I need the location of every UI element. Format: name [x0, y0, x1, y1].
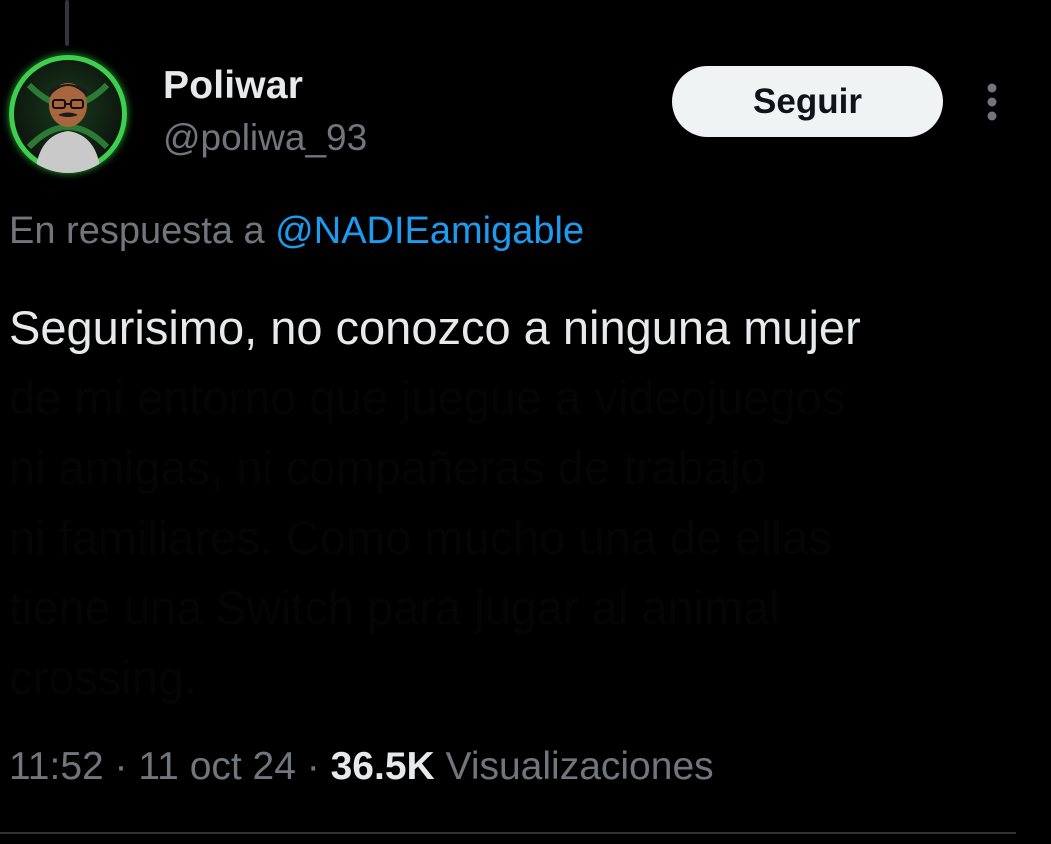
more-options-button[interactable]: [972, 80, 1012, 124]
meta-separator: ·: [103, 745, 139, 788]
tweet-date[interactable]: 11 oct 24: [138, 745, 296, 788]
tweet-text: Segurisimo, no conozco a ninguna mujer d…: [9, 293, 1019, 713]
tweet-text-line: de mi entorno que juegue a videojuegos: [9, 371, 846, 424]
avatar[interactable]: [9, 55, 127, 173]
views-label: Visualizaciones: [434, 745, 714, 788]
reply-mention-link[interactable]: @NADIEamigable: [275, 210, 584, 252]
views-count: 36.5K: [330, 745, 435, 788]
thread-connector-line: [65, 0, 69, 46]
author-display-name[interactable]: Poliwar: [163, 64, 303, 108]
author-handle[interactable]: @poliwa_93: [163, 117, 367, 159]
reply-prefix: En respuesta a: [9, 210, 276, 252]
more-vertical-icon: [987, 83, 997, 121]
tweet-text-line: crossing.: [9, 651, 198, 704]
tweet-text-line: ni amigas, ni compañeras de trabajo: [9, 441, 767, 494]
tweet-meta: 11:52 · 11 oct 24 · 36.5K Visualizacione…: [9, 745, 714, 789]
tweet-text-line: Segurisimo, no conozco a ninguna mujer: [9, 301, 861, 354]
meta-separator: ·: [295, 745, 331, 788]
reply-context: En respuesta a @NADIEamigable: [9, 210, 584, 253]
tweet-text-line: ni familiares. Como mucho una de ellas: [9, 511, 832, 564]
follow-button[interactable]: Seguir: [672, 66, 943, 137]
avatar-image: [26, 82, 110, 173]
tweet-text-line: tiene una Switch para jugar al animal: [9, 581, 780, 634]
divider: [0, 832, 1016, 834]
tweet-time[interactable]: 11:52: [9, 745, 104, 788]
